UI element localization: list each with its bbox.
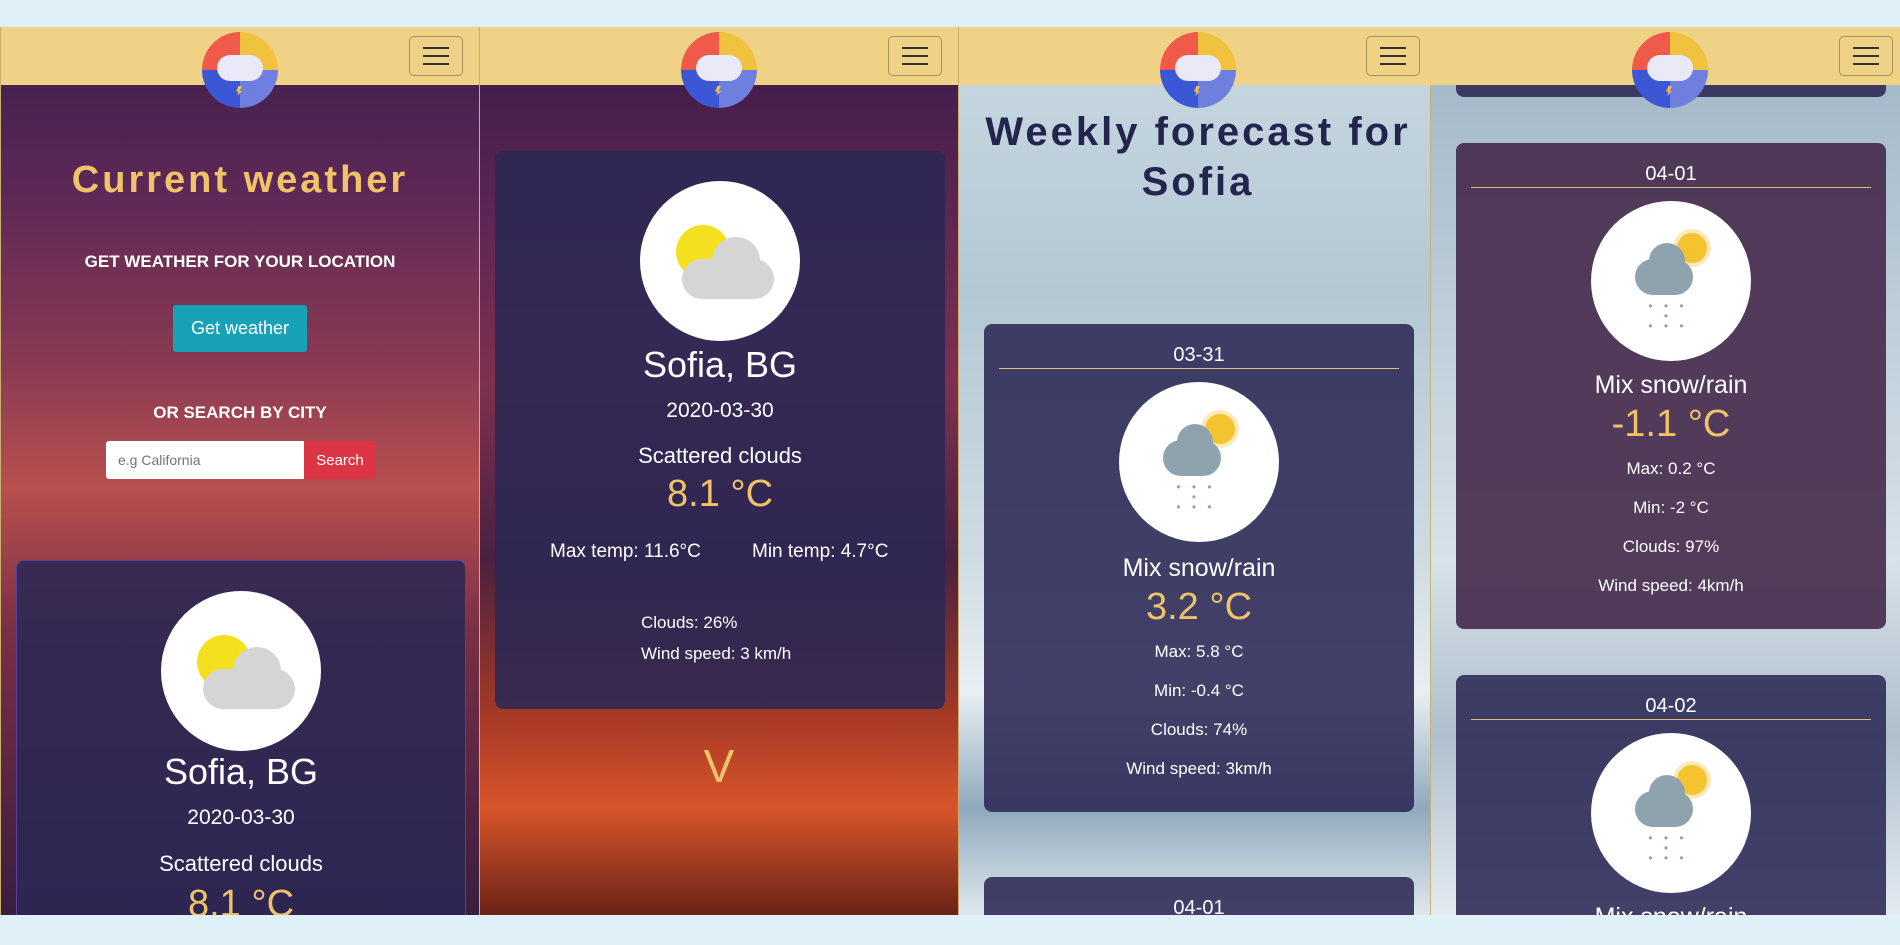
location-heading: GET WEATHER FOR YOUR LOCATION bbox=[84, 252, 396, 271]
forecast-max: Max: 5.8 °C bbox=[1154, 642, 1244, 661]
forecast-temp: 3.2 °C bbox=[1145, 586, 1253, 628]
forecast-date: 04-01 bbox=[1173, 897, 1225, 915]
forecast-day-card: 04-01 bbox=[984, 877, 1414, 915]
city-name: Sofia, BG bbox=[163, 751, 319, 792]
screen-current-weather: Current weather GET WEATHER FOR YOUR LOC… bbox=[0, 27, 479, 915]
search-button[interactable]: Search bbox=[304, 441, 376, 479]
scroll-down-arrow[interactable]: V bbox=[480, 739, 958, 793]
screen-weather-detail: Sofia, BG 2020-03-30 Scattered clouds 8.… bbox=[479, 27, 958, 915]
date-divider bbox=[1471, 719, 1871, 720]
app-logo-icon[interactable] bbox=[1160, 32, 1236, 108]
get-weather-button[interactable]: Get weather bbox=[173, 305, 307, 352]
app-logo-icon[interactable] bbox=[202, 32, 278, 108]
forecast-clouds: Clouds: 97% bbox=[1622, 537, 1720, 556]
weather-date: 2020-03-30 bbox=[666, 399, 774, 422]
snow-rain-icon: • • • • • • • bbox=[1591, 733, 1751, 893]
forecast-temp: -1.1 °C bbox=[1611, 403, 1731, 445]
hamburger-menu-icon[interactable] bbox=[1366, 36, 1420, 76]
search-heading: OR SEARCH BY CITY bbox=[153, 403, 327, 422]
forecast-wind: Wind speed: 4km/h bbox=[1598, 576, 1744, 595]
snow-rain-icon: • • • • • • • bbox=[1591, 201, 1751, 361]
app-logo-icon[interactable] bbox=[681, 32, 757, 108]
forecast-wind: Wind speed: 3km/h bbox=[1126, 759, 1272, 778]
forecast-title-city: Sofia bbox=[1141, 160, 1255, 204]
city-name: Sofia, BG bbox=[642, 344, 798, 385]
min-temp: Min temp: 4.7°C bbox=[752, 541, 889, 562]
forecast-day-card: 04-01 • • • • • • • Mix snow/rain -1.1 °C… bbox=[1456, 143, 1886, 629]
weather-description: Scattered clouds bbox=[638, 443, 802, 468]
temperature: 8.1 °C bbox=[666, 473, 774, 515]
wind-speed: Wind speed: 3 km/h bbox=[641, 644, 792, 663]
date-divider bbox=[1471, 187, 1871, 188]
forecast-date: 03-31 bbox=[1173, 344, 1225, 366]
page-title: Current weather bbox=[71, 159, 409, 201]
forecast-date: 04-02 bbox=[1645, 695, 1697, 717]
weather-detail-card: Sofia, BG 2020-03-30 Scattered clouds 8.… bbox=[495, 151, 945, 709]
forecast-description: Mix snow/rain bbox=[1594, 371, 1748, 399]
weather-description: Scattered clouds bbox=[159, 851, 323, 876]
forecast-day-card: 04-02 • • • •• • • Mix snow/rain bbox=[1456, 675, 1886, 915]
current-weather-card: Sofia, BG 2020-03-30 Scattered clouds 8.… bbox=[16, 560, 466, 915]
screen-weekly-forecast: Weekly forecast for Sofia 03-31 • • • • •… bbox=[958, 27, 1437, 915]
partly-cloudy-icon bbox=[640, 181, 800, 341]
forecast-clouds: Clouds: 74% bbox=[1150, 720, 1248, 739]
max-temp: Max temp: 11.6°C bbox=[550, 541, 701, 562]
hamburger-menu-icon[interactable] bbox=[409, 36, 463, 76]
snow-rain-icon: • • • • • • • bbox=[1119, 382, 1279, 542]
forecast-title: Weekly forecast for Sofia bbox=[959, 107, 1437, 207]
forecast-min: Min: -2 °C bbox=[1633, 498, 1709, 517]
forecast-date: 04-01 bbox=[1645, 163, 1697, 185]
forecast-description: Mix snow/rain bbox=[1122, 554, 1276, 582]
city-search-input[interactable] bbox=[106, 441, 304, 479]
forecast-max: Max: 0.2 °C bbox=[1626, 459, 1716, 478]
app-logo-icon[interactable] bbox=[1632, 32, 1708, 108]
weather-date: 2020-03-30 bbox=[187, 806, 295, 829]
hamburger-menu-icon[interactable] bbox=[1839, 36, 1893, 76]
date-divider bbox=[999, 368, 1399, 369]
partly-cloudy-icon bbox=[161, 591, 321, 751]
forecast-day-card: 03-31 • • • • • • • Mix snow/rain 3.2 °C … bbox=[984, 324, 1414, 812]
forecast-title-line1: Weekly forecast for bbox=[985, 110, 1411, 154]
clouds: Clouds: 26% bbox=[641, 613, 738, 632]
temperature: 8.1 °C bbox=[187, 883, 295, 915]
forecast-description: Mix snow/rain bbox=[1456, 903, 1886, 915]
hamburger-menu-icon[interactable] bbox=[888, 36, 942, 76]
screen-weekly-forecast-scrolled: 04-01 • • • • • • • Mix snow/rain -1.1 °C… bbox=[1430, 27, 1900, 915]
forecast-min: Min: -0.4 °C bbox=[1154, 681, 1244, 700]
